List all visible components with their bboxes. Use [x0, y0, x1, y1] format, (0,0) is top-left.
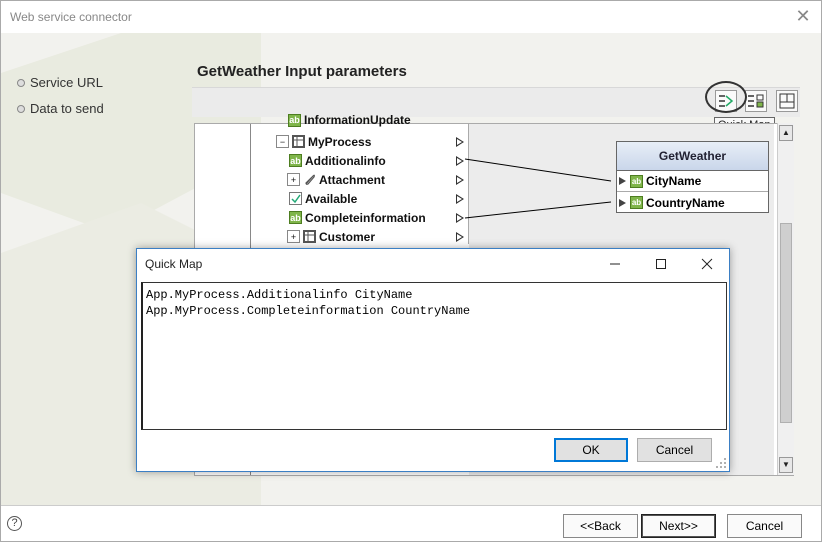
- resize-grip-icon[interactable]: [715, 457, 727, 469]
- vertical-scrollbar[interactable]: ▲ ▼: [777, 123, 794, 475]
- target-field-cityname[interactable]: ab CityName: [617, 171, 768, 192]
- input-arrow-icon: [619, 198, 626, 207]
- maximize-icon[interactable]: [641, 251, 681, 277]
- target-field-label: CountryName: [646, 195, 725, 210]
- web-service-connector-window: Web service connector ✕ Service URL Data…: [0, 0, 822, 542]
- target-node-title: GetWeather: [617, 142, 768, 171]
- target-field-label: CityName: [646, 174, 702, 188]
- cancel-button[interactable]: Cancel: [637, 438, 712, 462]
- wizard-footer: ? <<Back Next>> Cancel: [1, 505, 821, 541]
- text-field-icon: ab: [630, 196, 643, 209]
- scroll-down-icon[interactable]: ▼: [779, 457, 793, 473]
- minimize-icon[interactable]: [595, 251, 635, 277]
- back-button[interactable]: <<Back: [563, 514, 638, 538]
- ok-button[interactable]: OK: [554, 438, 628, 462]
- close-icon[interactable]: [687, 251, 727, 277]
- next-button[interactable]: Next>>: [641, 514, 716, 538]
- quick-map-dialog: Quick Map App.MyProcess.Additionalinfo C…: [136, 248, 730, 472]
- text-field-icon: ab: [630, 174, 643, 188]
- scroll-up-icon[interactable]: ▲: [779, 125, 793, 141]
- target-field-countryname[interactable]: ab CountryName: [617, 192, 768, 213]
- dialog-title: Quick Map: [145, 257, 203, 271]
- cancel-wizard-button[interactable]: Cancel: [727, 514, 802, 538]
- help-icon[interactable]: ?: [7, 516, 22, 531]
- input-arrow-icon: [619, 177, 626, 185]
- scroll-thumb[interactable]: [780, 223, 792, 423]
- target-node-getweather[interactable]: GetWeather ab CityName ab CountryName: [616, 141, 769, 213]
- quick-map-textarea[interactable]: App.MyProcess.Additionalinfo CityName Ap…: [141, 282, 727, 430]
